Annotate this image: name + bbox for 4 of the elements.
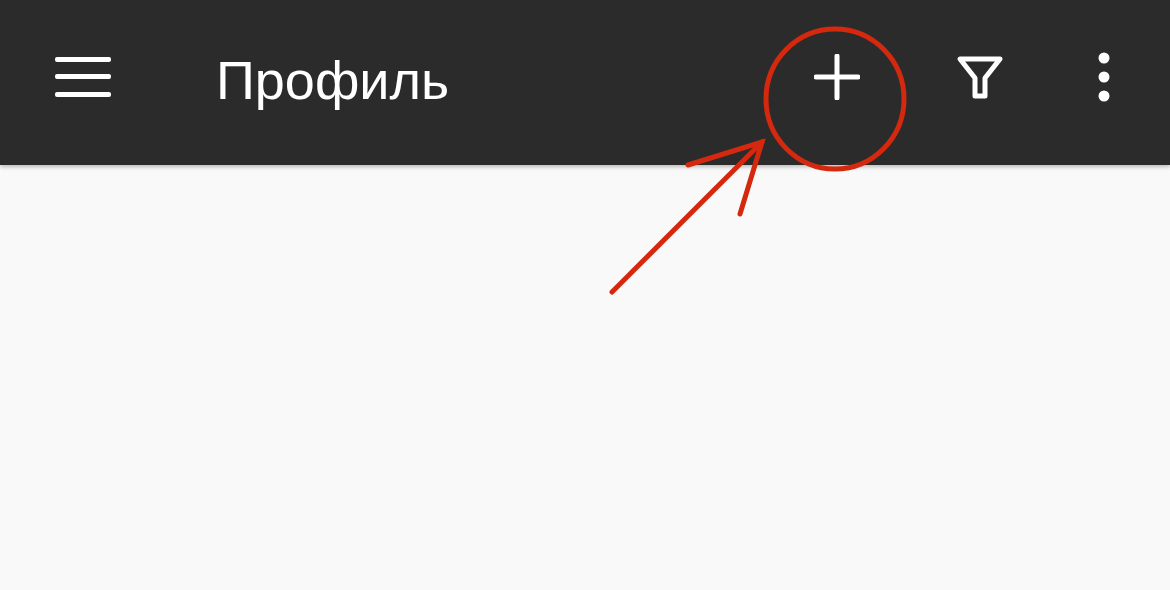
plus-icon[interactable] — [814, 53, 860, 100]
menu-icon[interactable] — [55, 56, 111, 97]
screen-title: Профиль — [216, 48, 450, 111]
more-icon[interactable] — [1096, 51, 1112, 102]
